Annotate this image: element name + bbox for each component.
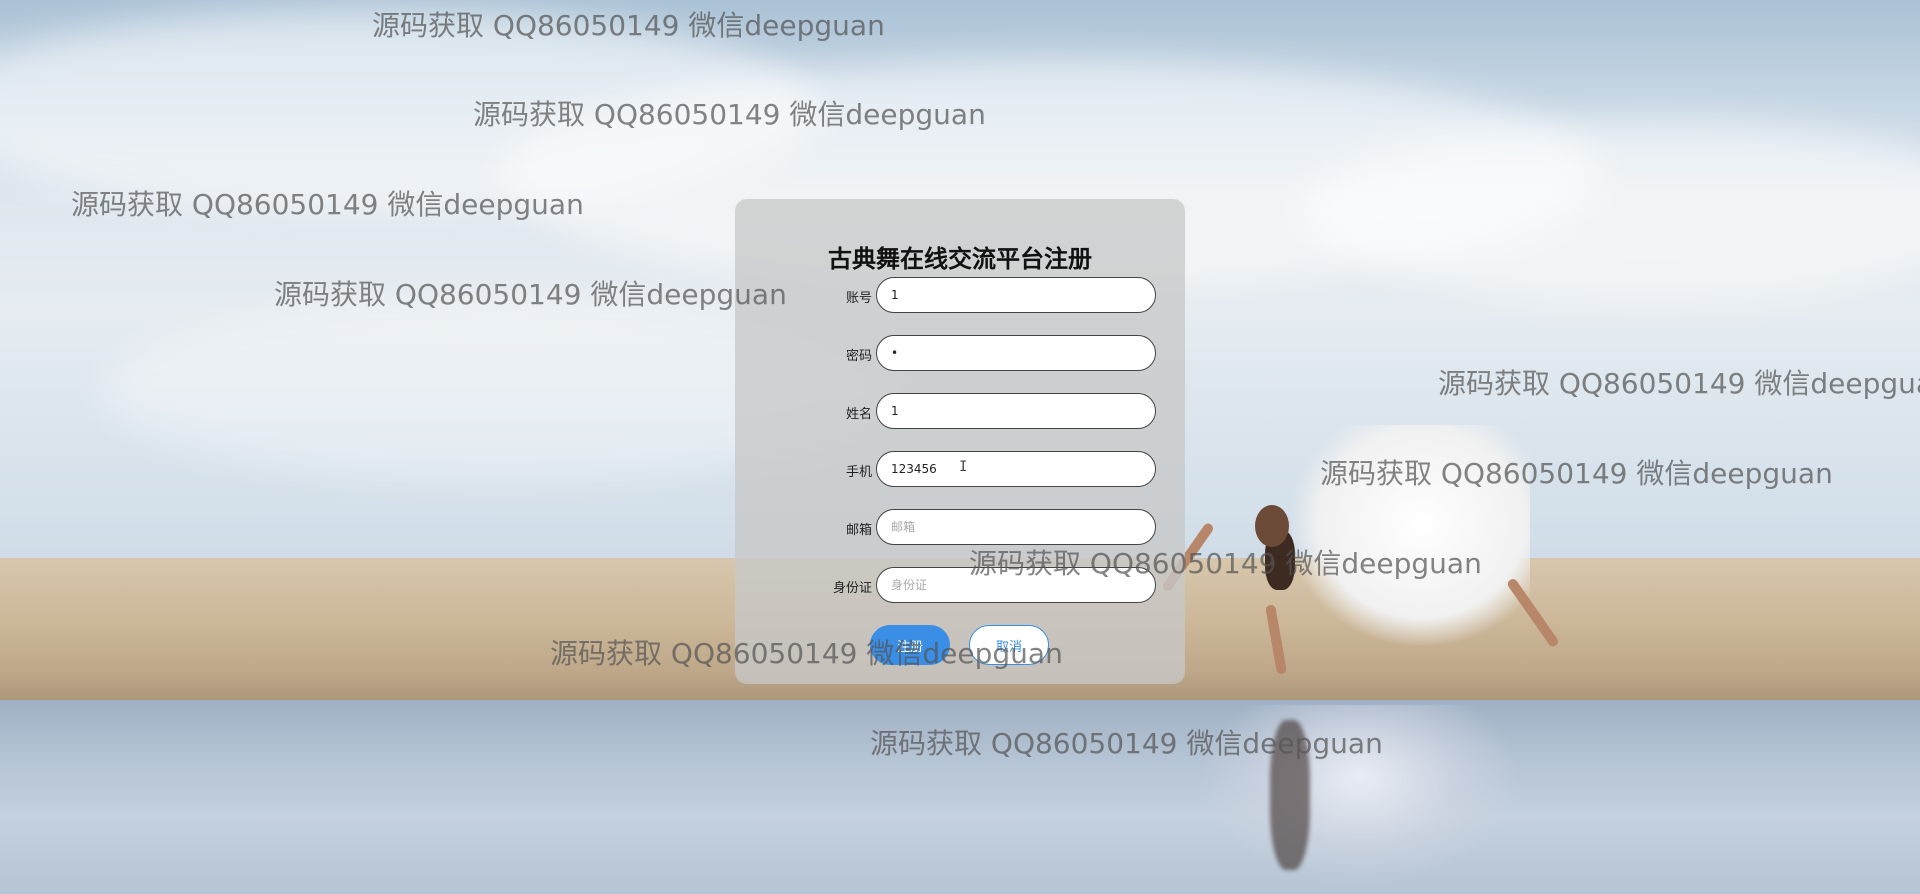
phone-row: 手机 I bbox=[735, 451, 1185, 489]
id-card-row: 身份证 bbox=[735, 567, 1185, 605]
name-row: 姓名 bbox=[735, 393, 1185, 431]
phone-label: 手机 bbox=[845, 465, 872, 480]
dancer-head bbox=[1255, 505, 1289, 547]
text-cursor-icon: I bbox=[959, 459, 968, 475]
account-input[interactable] bbox=[876, 277, 1156, 313]
account-row: 账号 bbox=[735, 277, 1185, 315]
name-label: 姓名 bbox=[845, 407, 872, 422]
password-input[interactable] bbox=[876, 335, 1156, 371]
id-card-input[interactable] bbox=[876, 567, 1156, 603]
phone-input[interactable] bbox=[876, 451, 1156, 487]
cancel-button[interactable]: 取消 bbox=[969, 625, 1049, 665]
email-input[interactable] bbox=[876, 509, 1156, 545]
register-panel: 古典舞在线交流平台注册 账号 密码 姓名 手机 I 邮箱 身份证 注册 取消 bbox=[735, 199, 1185, 684]
dancer-reflection-hair bbox=[1270, 720, 1310, 870]
water bbox=[0, 700, 1920, 894]
dancer-dress bbox=[1290, 425, 1530, 645]
page-title: 古典舞在线交流平台注册 bbox=[828, 245, 1092, 273]
password-row: 密码 bbox=[735, 335, 1185, 373]
account-label: 账号 bbox=[845, 291, 872, 306]
email-label: 邮箱 bbox=[845, 523, 872, 538]
watermark-text: 源码获取 QQ86050149 微信deepguan bbox=[1438, 367, 1920, 400]
dancer-reflection bbox=[1200, 705, 1520, 885]
watermark-clip: 源码获取 QQ86050149 微信deepguan bbox=[1438, 362, 1920, 402]
id-card-label: 身份证 bbox=[832, 581, 872, 596]
email-row: 邮箱 bbox=[735, 509, 1185, 547]
register-button[interactable]: 注册 bbox=[870, 625, 950, 665]
name-input[interactable] bbox=[876, 393, 1156, 429]
password-label: 密码 bbox=[845, 349, 872, 364]
